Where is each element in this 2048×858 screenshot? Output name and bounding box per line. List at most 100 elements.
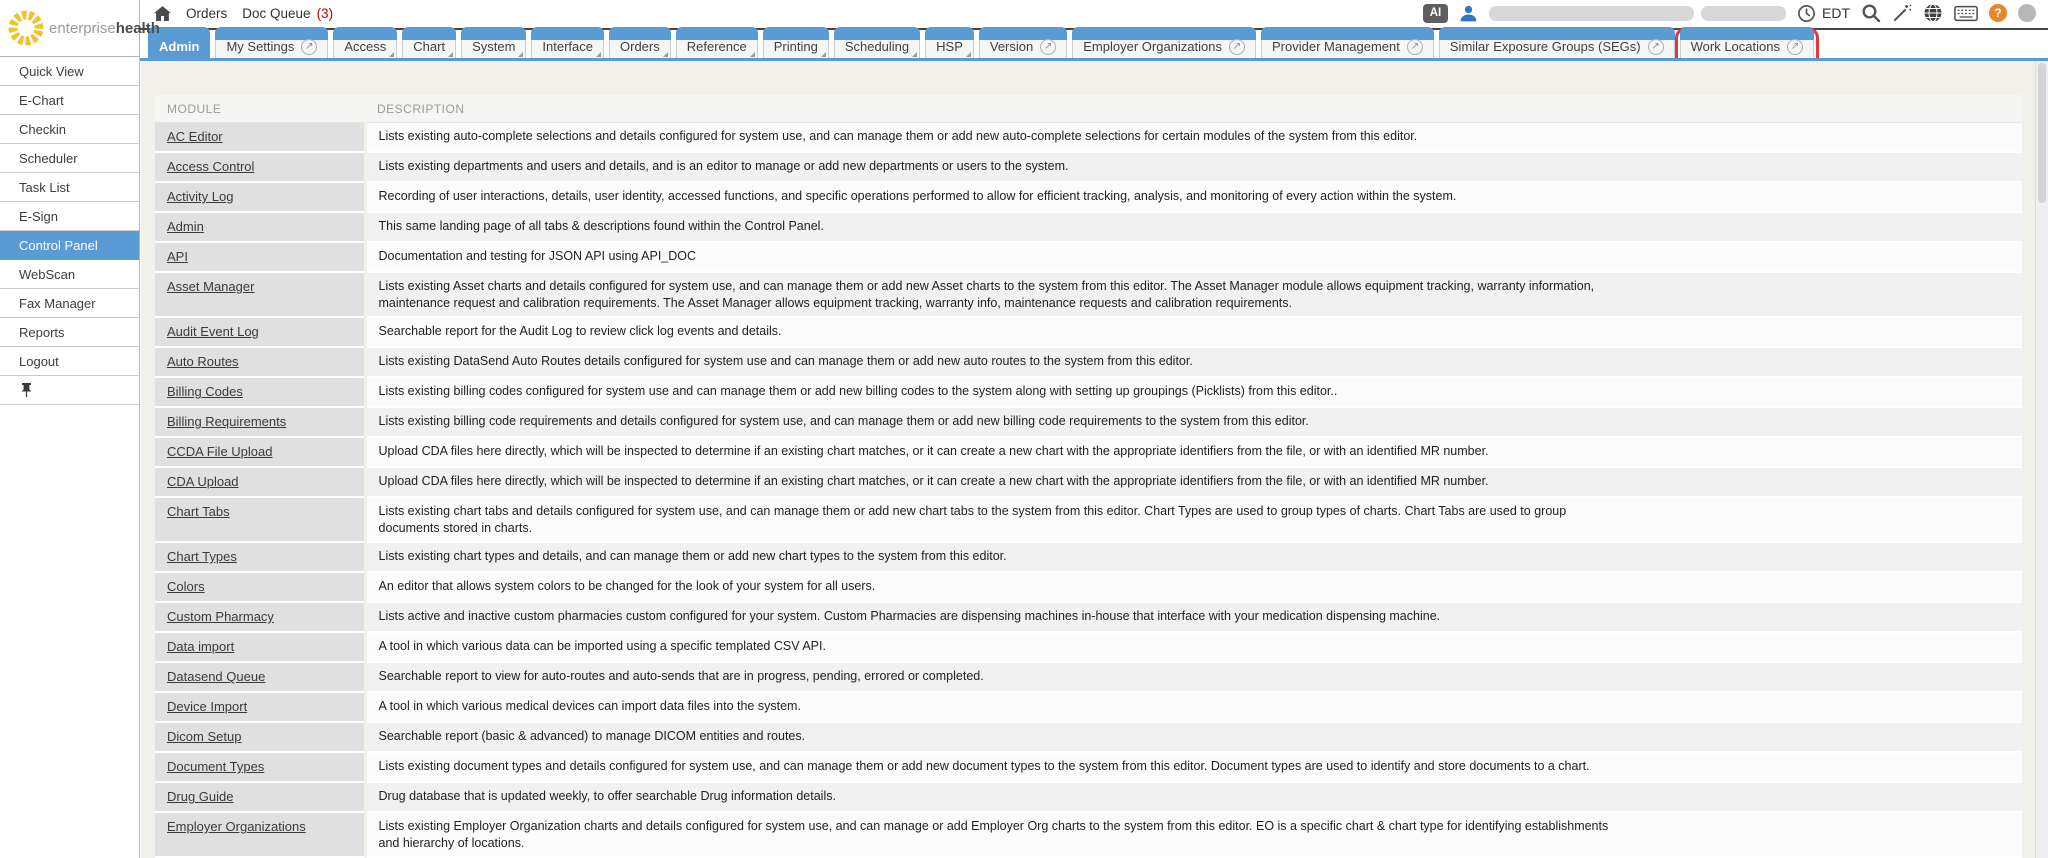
vertical-scrollbar[interactable] bbox=[2035, 61, 2048, 858]
module-link[interactable]: Dicom Setup bbox=[167, 729, 241, 744]
sidebar-item[interactable]: Logout bbox=[0, 347, 139, 376]
module-description: Lists existing Asset charts and details … bbox=[379, 278, 1629, 311]
tab[interactable]: Employer Organizations ↗ bbox=[1072, 32, 1256, 58]
sidebar-item[interactable]: Control Panel bbox=[0, 231, 139, 260]
module-column-header: MODULE bbox=[155, 95, 365, 123]
module-link[interactable]: API bbox=[167, 249, 188, 264]
wand-icon[interactable] bbox=[1892, 3, 1912, 23]
tab[interactable]: Printing bbox=[763, 32, 829, 58]
brand-name: enterprisehealth bbox=[49, 20, 160, 37]
tab[interactable]: My Settings ↗ bbox=[215, 32, 328, 58]
module-description: Searchable report to view for auto-route… bbox=[379, 668, 1629, 685]
tab-label: HSP bbox=[936, 39, 963, 54]
tab-label: Provider Management bbox=[1272, 39, 1400, 54]
module-link[interactable]: Billing Requirements bbox=[167, 414, 286, 429]
topbar-actions: AI EDT ? bbox=[1423, 3, 2036, 23]
module-link[interactable]: Admin bbox=[167, 219, 204, 234]
table-row: Data import A tool in which various data… bbox=[155, 632, 2022, 662]
module-link[interactable]: Auto Routes bbox=[167, 354, 239, 369]
tab[interactable]: Scheduling bbox=[834, 32, 920, 58]
app-window: enterprisehealth Quick View E-Chart Chec… bbox=[0, 0, 2048, 858]
table-row: Auto Routes Lists existing DataSend Auto… bbox=[155, 347, 2022, 377]
module-description: Lists existing document types and detail… bbox=[379, 758, 1629, 775]
sidebar-item[interactable]: Task List bbox=[0, 173, 139, 202]
module-link[interactable]: Audit Event Log bbox=[167, 324, 259, 339]
tab-label: Reference bbox=[687, 39, 747, 54]
brand-logo[interactable]: enterprisehealth bbox=[0, 0, 139, 57]
module-link[interactable]: CDA Upload bbox=[167, 474, 239, 489]
breadcrumb-doc-queue[interactable]: Doc Queue bbox=[242, 6, 310, 21]
external-link-icon: ↗ bbox=[1648, 39, 1664, 55]
search-icon[interactable] bbox=[1861, 3, 1881, 23]
breadcrumb-orders[interactable]: Orders bbox=[186, 6, 227, 21]
tab[interactable]: Access bbox=[333, 32, 397, 58]
tab[interactable]: Chart bbox=[402, 32, 456, 58]
module-description: Upload CDA files here directly, which wi… bbox=[379, 443, 1629, 460]
tab-label: Work Locations bbox=[1691, 39, 1780, 54]
module-link[interactable]: Activity Log bbox=[167, 189, 233, 204]
module-link[interactable]: Document Types bbox=[167, 759, 264, 774]
module-link[interactable]: Billing Codes bbox=[167, 384, 243, 399]
external-link-icon: ↗ bbox=[1407, 39, 1423, 55]
external-link-icon: ↗ bbox=[1040, 39, 1056, 55]
table-header-row: MODULE DESCRIPTION bbox=[155, 95, 2022, 123]
tab[interactable]: Interface bbox=[531, 32, 604, 58]
tab[interactable]: Provider Management ↗ bbox=[1261, 32, 1434, 58]
table-row: CCDA File Upload Upload CDA files here d… bbox=[155, 437, 2022, 467]
tab[interactable]: Similar Exposure Groups (SEGs) ↗ bbox=[1439, 32, 1675, 58]
home-icon[interactable] bbox=[154, 6, 171, 21]
module-link[interactable]: AC Editor bbox=[167, 129, 223, 144]
tab[interactable]: Version ↗ bbox=[979, 32, 1067, 58]
ai-badge[interactable]: AI bbox=[1423, 4, 1448, 23]
breadcrumb: Orders Doc Queue (3) bbox=[154, 6, 333, 21]
doc-queue-count-badge: (3) bbox=[317, 6, 334, 21]
sidebar-item[interactable]: Quick View bbox=[0, 57, 139, 86]
module-link[interactable]: Chart Types bbox=[167, 549, 237, 564]
tab[interactable]: Orders bbox=[609, 32, 671, 58]
table-row: CDA Upload Upload CDA files here directl… bbox=[155, 467, 2022, 497]
clock-icon bbox=[1797, 4, 1816, 23]
tab[interactable]: HSP bbox=[925, 32, 974, 58]
module-link[interactable]: Device Import bbox=[167, 699, 247, 714]
tab[interactable]: Reference bbox=[676, 32, 758, 58]
tab-dropdown-caret-icon bbox=[966, 52, 971, 57]
sidebar-pin-item[interactable] bbox=[0, 376, 139, 405]
tab-label: Printing bbox=[774, 39, 818, 54]
module-description: Lists existing auto-complete selections … bbox=[379, 128, 1629, 145]
external-link-icon: ↗ bbox=[301, 39, 317, 55]
table-row: Colors An editor that allows system colo… bbox=[155, 572, 2022, 602]
module-link[interactable]: Asset Manager bbox=[167, 279, 254, 294]
sidebar-item[interactable]: E-Chart bbox=[0, 86, 139, 115]
tab[interactable]: System bbox=[461, 32, 526, 58]
module-link[interactable]: Chart Tabs bbox=[167, 504, 230, 519]
help-icon[interactable]: ? bbox=[1989, 4, 2007, 22]
tab[interactable]: Work Locations ↗ bbox=[1680, 32, 1814, 58]
sidebar: enterprisehealth Quick View E-Chart Chec… bbox=[0, 0, 140, 858]
module-link[interactable]: Custom Pharmacy bbox=[167, 609, 274, 624]
module-link[interactable]: Data import bbox=[167, 639, 234, 654]
sidebar-item[interactable]: Reports bbox=[0, 318, 139, 347]
user-icon[interactable] bbox=[1459, 4, 1478, 23]
module-link[interactable]: Access Control bbox=[167, 159, 254, 174]
table-row: Chart Types Lists existing chart types a… bbox=[155, 542, 2022, 572]
table-row: Chart Tabs Lists existing chart tabs and… bbox=[155, 497, 2022, 542]
sidebar-item[interactable]: E-Sign bbox=[0, 202, 139, 231]
module-link[interactable]: Datasend Queue bbox=[167, 669, 265, 684]
scrollbar-thumb[interactable] bbox=[2038, 63, 2046, 203]
sidebar-item[interactable]: WebScan bbox=[0, 260, 139, 289]
sidebar-item[interactable]: Checkin bbox=[0, 115, 139, 144]
module-description: Lists existing billing codes configured … bbox=[379, 383, 1629, 400]
globe-icon[interactable] bbox=[1923, 3, 1943, 23]
sidebar-item[interactable]: Scheduler bbox=[0, 144, 139, 173]
tab-label: My Settings bbox=[226, 39, 294, 54]
module-link[interactable]: Colors bbox=[167, 579, 205, 594]
tab-label: System bbox=[472, 39, 515, 54]
tab-label: Similar Exposure Groups (SEGs) bbox=[1450, 39, 1641, 54]
module-link[interactable]: Employer Organizations bbox=[167, 819, 306, 834]
sidebar-item[interactable]: Fax Manager bbox=[0, 289, 139, 318]
tab-label: Access bbox=[344, 39, 386, 54]
module-link[interactable]: CCDA File Upload bbox=[167, 444, 273, 459]
keyboard-icon[interactable] bbox=[1954, 5, 1978, 22]
module-link[interactable]: Drug Guide bbox=[167, 789, 233, 804]
table-row: Audit Event Log Searchable report for th… bbox=[155, 317, 2022, 347]
